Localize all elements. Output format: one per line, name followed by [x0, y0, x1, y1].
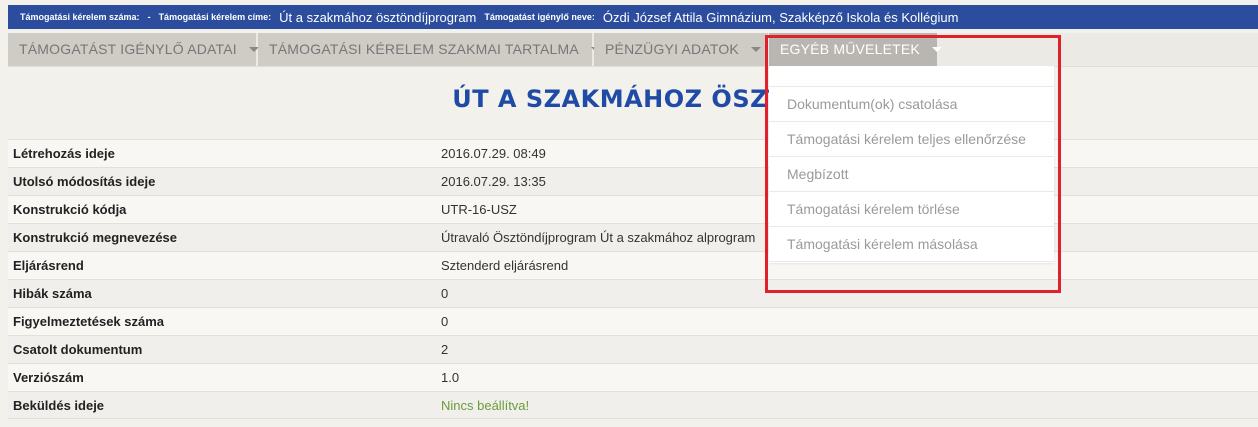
- detail-label: Beküldés ideje: [13, 397, 105, 413]
- detail-value: 2016.07.29. 08:49: [441, 146, 546, 161]
- main-menu-bar: Támogatást igénylő adatai Támogatási kér…: [8, 33, 1258, 67]
- details-row: Beküldés ideje Nincs beállítva!: [8, 391, 1258, 419]
- menu-item-delegate[interactable]: Megbízott: [769, 156, 1054, 191]
- menu-applicant-data[interactable]: Támogatást igénylő adatai: [8, 33, 259, 66]
- detail-value: 0: [441, 286, 449, 301]
- detail-value-not-set: Nincs beállítva!: [441, 397, 530, 413]
- detail-label: Figyelmeztetések száma: [13, 314, 165, 329]
- menu-other-operations-label: Egyéb műveletek: [780, 41, 920, 57]
- other-operations-dropdown: Dokumentum(ok) csatolása Támogatási kére…: [769, 66, 1054, 263]
- details-row: Utolsó módosítás ideje 2016.07.29. 13:35: [8, 167, 1258, 195]
- menu-other-operations[interactable]: Egyéb műveletek: [769, 33, 942, 66]
- menu-professional-content-label: Támogatási kérelem szakmai tartalma: [269, 41, 579, 57]
- detail-label: Csatolt dokumentum: [13, 342, 143, 357]
- request-title-label: Támogatási kérelem címe:: [158, 12, 272, 22]
- detail-value: 2: [441, 342, 449, 357]
- detail-value: Útravaló Ösztöndíjprogram Út a szakmához…: [441, 230, 756, 245]
- details-row: Hibák száma 0: [8, 279, 1258, 307]
- caret-down-icon: [931, 46, 942, 52]
- detail-label: Verziószám: [13, 370, 84, 385]
- details-row: Verziószám 1.0: [8, 363, 1258, 391]
- applicant-label: Támogatást igénylő neve:: [484, 12, 595, 22]
- details-row: Létrehozás ideje 2016.07.29. 08:49: [8, 139, 1258, 167]
- detail-label: Eljárásrend: [13, 258, 84, 273]
- menu-financial-data-label: Pénzügyi adatok: [605, 41, 739, 57]
- header-separator: -: [147, 12, 151, 22]
- details-table: Létrehozás ideje 2016.07.29. 08:49 Utolsó…: [8, 139, 1258, 419]
- menu-item-attach-documents[interactable]: Dokumentum(ok) csatolása: [769, 86, 1054, 121]
- menu-financial-data[interactable]: Pénzügyi adatok: [594, 33, 768, 66]
- details-row: Konstrukció megnevezése Útravaló Ösztöndí…: [8, 223, 1258, 251]
- detail-label: Hibák száma: [13, 286, 92, 301]
- caret-down-icon: [750, 46, 761, 52]
- detail-value: 0: [441, 314, 449, 329]
- request-number-label: Támogatási kérelem száma:: [20, 12, 140, 22]
- menu-item-full-validation[interactable]: Támogatási kérelem teljes ellenőrzése: [769, 121, 1054, 156]
- request-title-value: Út a szakmához ösztöndíjprogram: [279, 9, 477, 25]
- details-row: Figyelmeztetések száma 0: [8, 307, 1258, 335]
- detail-label: Konstrukció kódja: [13, 202, 127, 217]
- detail-value: 2016.07.29. 13:35: [441, 174, 546, 189]
- menu-item-delete-request[interactable]: Támogatási kérelem törlése: [769, 191, 1054, 226]
- detail-value: 1.0: [441, 370, 460, 385]
- menu-applicant-data-label: Támogatást igénylő adatai: [19, 41, 237, 57]
- details-row: Csatolt dokumentum 2: [8, 335, 1258, 363]
- dropdown-list: Dokumentum(ok) csatolása Támogatási kére…: [769, 86, 1054, 262]
- menu-professional-content[interactable]: Támogatási kérelem szakmai tartalma: [258, 33, 601, 66]
- detail-value: Sztenderd eljárásrend: [441, 258, 569, 273]
- details-row: Eljárásrend Sztenderd eljárásrend: [8, 251, 1258, 279]
- detail-label: Konstrukció megnevezése: [13, 230, 178, 245]
- detail-value: UTR-16-USZ: [441, 202, 517, 217]
- menu-item-copy-request[interactable]: Támogatási kérelem másolása: [769, 226, 1054, 262]
- detail-label: Létrehozás ideje: [13, 146, 115, 161]
- applicant-value: Ózdi József Attila Gimnázium, Szakképző …: [602, 9, 959, 25]
- application-header-bar: Támogatási kérelem száma: - Támogatási k…: [8, 5, 1258, 29]
- page-title: ÚT A SZAKMÁHOZ ÖSZTÖ: [452, 85, 806, 113]
- details-row: Konstrukció kódja UTR-16-USZ: [8, 195, 1258, 223]
- detail-label: Utolsó módosítás ideje: [13, 174, 156, 189]
